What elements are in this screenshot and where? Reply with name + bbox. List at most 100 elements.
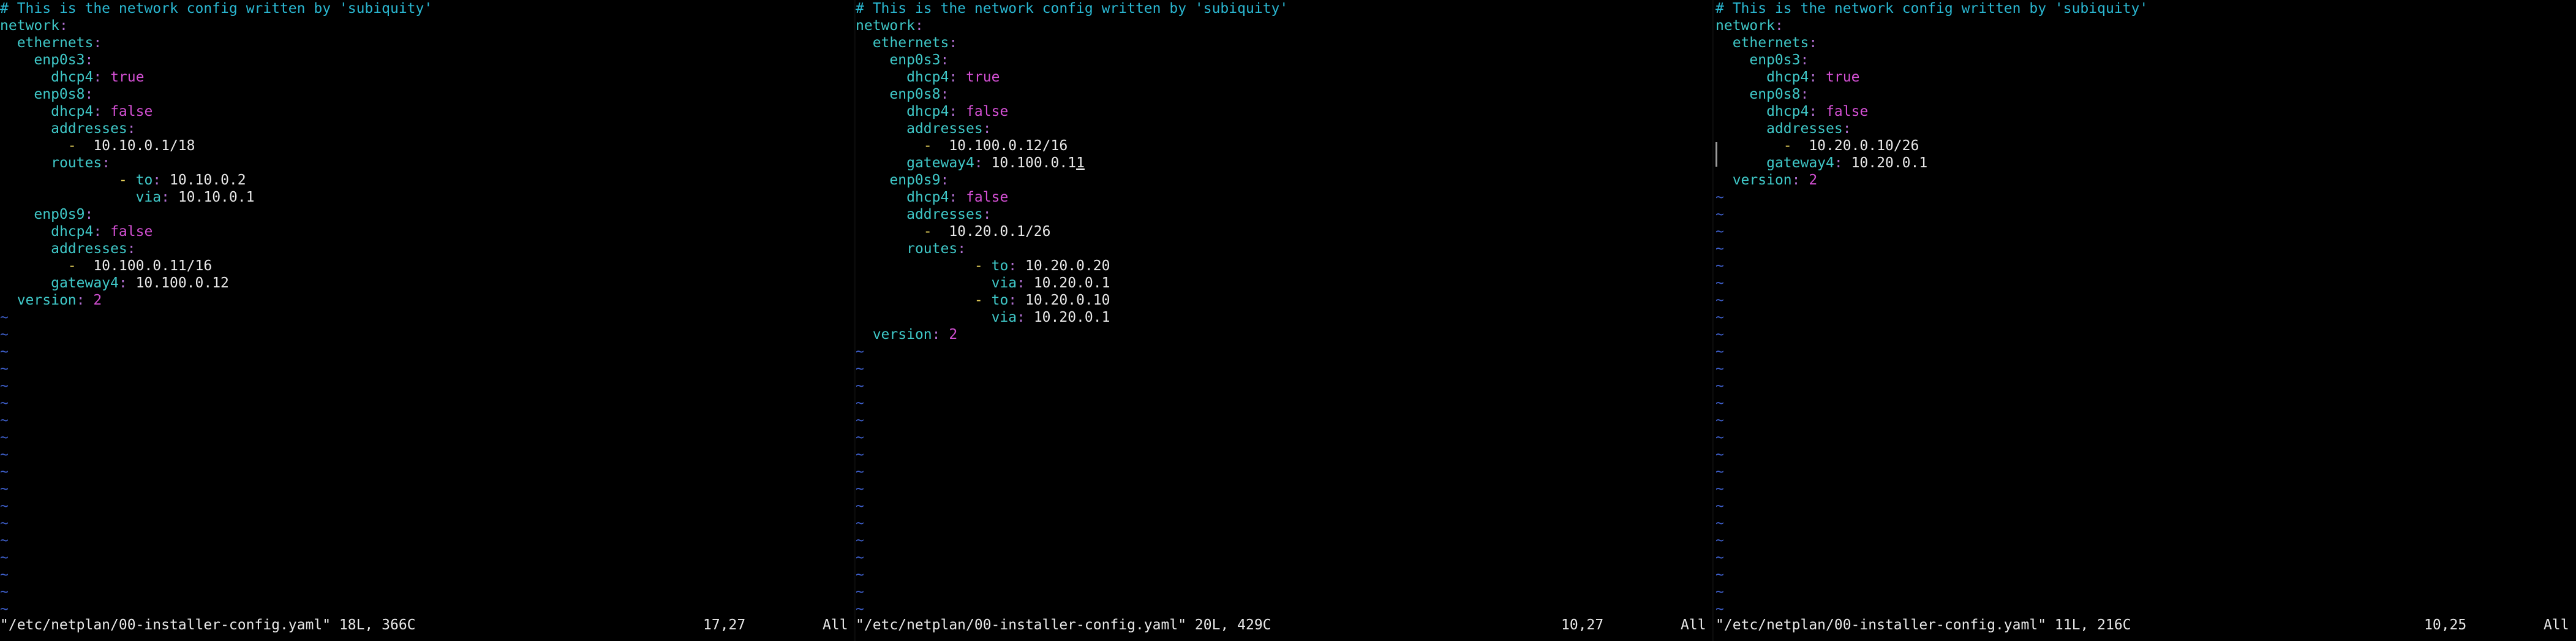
- code-line[interactable]: # This is the network config written by …: [856, 0, 1712, 17]
- code-line[interactable]: routes:: [856, 240, 1712, 257]
- code-line[interactable]: dhcp4: true: [1715, 69, 2576, 86]
- yaml-value: [102, 104, 110, 119]
- code-line[interactable]: version: 2: [1715, 172, 2576, 189]
- yaml-boolean: false: [966, 104, 1009, 119]
- code-line[interactable]: gateway4: 10.100.0.11: [856, 154, 1712, 172]
- editor-buffer[interactable]: # This is the network config written by …: [1715, 0, 2576, 618]
- yaml-key: dhcp4: [51, 69, 94, 85]
- yaml-value: [0, 172, 119, 188]
- code-line[interactable]: dhcp4: true: [0, 69, 854, 86]
- yaml-value: [856, 172, 889, 188]
- yaml-colon: :: [85, 207, 94, 222]
- yaml-value: [856, 138, 924, 154]
- yaml-value: [0, 121, 51, 137]
- empty-line-tilde: ~: [1715, 224, 1724, 240]
- code-line[interactable]: gateway4: 10.20.0.1: [1715, 154, 2576, 172]
- yaml-boolean: false: [966, 189, 1009, 205]
- yaml-value: [0, 275, 51, 291]
- yaml-value: [856, 309, 992, 325]
- code-line[interactable]: enp0s8:: [1715, 86, 2576, 103]
- code-line[interactable]: addresses:: [0, 240, 854, 257]
- terminal-screen: # This is the network config written by …: [0, 0, 2576, 641]
- code-line[interactable]: dhcp4: true: [856, 69, 1712, 86]
- code-line[interactable]: dhcp4: false: [1715, 103, 2576, 120]
- empty-line-tilde: ~: [0, 309, 9, 325]
- yaml-boolean: false: [110, 104, 153, 119]
- code-line[interactable]: network:: [1715, 17, 2576, 34]
- status-scroll-indicator: All: [823, 617, 848, 633]
- code-line[interactable]: addresses:: [856, 120, 1712, 137]
- editor-buffer[interactable]: # This is the network config written by …: [0, 0, 854, 618]
- editor-buffer[interactable]: # This is the network config written by …: [856, 0, 1712, 618]
- empty-line-tilde: ~: [1715, 464, 1724, 480]
- code-line[interactable]: enp0s9:: [0, 206, 854, 223]
- code-line[interactable]: dhcp4: false: [856, 103, 1712, 120]
- code-line[interactable]: via: 10.20.0.1: [856, 309, 1712, 326]
- empty-line-tilde: ~: [0, 395, 9, 411]
- code-line[interactable]: version: 2: [856, 326, 1712, 343]
- yaml-colon: :: [932, 327, 941, 343]
- empty-line-tilde: ~: [856, 481, 864, 497]
- vim-pane-left[interactable]: # This is the network config written by …: [0, 0, 854, 641]
- code-line[interactable]: - 10.100.0.12/16: [856, 137, 1712, 154]
- code-line[interactable]: enp0s3:: [0, 51, 854, 69]
- yaml-key: to: [991, 292, 1009, 308]
- vim-pane-middle[interactable]: # This is the network config written by …: [856, 0, 1712, 641]
- code-line[interactable]: # This is the network config written by …: [0, 0, 854, 17]
- code-line[interactable]: addresses:: [0, 120, 854, 137]
- yaml-value: 10.10.0.1: [169, 189, 255, 205]
- code-line[interactable]: - to: 10.20.0.10: [856, 292, 1712, 309]
- code-line[interactable]: dhcp4: false: [0, 103, 854, 120]
- vim-pane-right[interactable]: # This is the network config written by …: [1715, 0, 2576, 641]
- code-line[interactable]: enp0s9:: [856, 172, 1712, 189]
- yaml-value: [0, 189, 136, 205]
- code-line[interactable]: enp0s8:: [856, 86, 1712, 103]
- code-line[interactable]: via: 10.10.0.1: [0, 189, 854, 206]
- yaml-value: [957, 69, 966, 85]
- code-line[interactable]: enp0s3:: [856, 51, 1712, 69]
- code-line[interactable]: - 10.10.0.1/18: [0, 137, 854, 154]
- code-line[interactable]: enp0s8:: [0, 86, 854, 103]
- code-line[interactable]: # This is the network config written by …: [1715, 0, 2576, 17]
- code-line[interactable]: enp0s3:: [1715, 51, 2576, 69]
- yaml-colon: :: [1008, 292, 1017, 308]
- yaml-key: addresses: [1766, 121, 1843, 137]
- empty-line-tilde: ~: [856, 550, 864, 566]
- code-line[interactable]: addresses:: [856, 206, 1712, 223]
- code-line[interactable]: dhcp4: false: [856, 189, 1712, 206]
- empty-line-tilde: ~: [1715, 533, 1724, 548]
- code-line[interactable]: via: 10.20.0.1: [856, 275, 1712, 292]
- yaml-value: [1715, 86, 1749, 102]
- yaml-key: dhcp4: [906, 104, 949, 119]
- empty-line-tilde: ~: [1715, 430, 1724, 446]
- empty-line-tilde: ~: [0, 601, 9, 617]
- yaml-comment: # This is the network config written by …: [856, 1, 1289, 17]
- code-line[interactable]: routes:: [0, 154, 854, 172]
- code-line[interactable]: - to: 10.10.0.2: [0, 172, 854, 189]
- code-line[interactable]: - 10.20.0.10/26: [1715, 137, 2576, 154]
- yaml-colon: :: [118, 275, 127, 291]
- code-line[interactable]: dhcp4: false: [0, 223, 854, 240]
- empty-line-tilde: ~: [856, 344, 864, 360]
- yaml-value: [856, 69, 906, 85]
- pane-divider[interactable]: [1712, 0, 1714, 641]
- yaml-key: enp0s3: [889, 52, 941, 68]
- code-line[interactable]: ethernets:: [0, 34, 854, 51]
- yaml-value: [957, 189, 966, 205]
- yaml-value: [856, 207, 906, 222]
- yaml-key: enp0s9: [34, 207, 85, 222]
- code-line[interactable]: - 10.20.0.1/26: [856, 223, 1712, 240]
- code-line[interactable]: gateway4: 10.100.0.12: [0, 275, 854, 292]
- code-line[interactable]: network:: [0, 17, 854, 34]
- code-line[interactable]: network:: [856, 17, 1712, 34]
- code-line[interactable]: addresses:: [1715, 120, 2576, 137]
- code-line[interactable]: ethernets:: [1715, 34, 2576, 51]
- yaml-key: dhcp4: [1766, 69, 1809, 85]
- yaml-value: [1715, 121, 1766, 137]
- code-line[interactable]: - 10.100.0.11/16: [0, 257, 854, 275]
- code-line[interactable]: - to: 10.20.0.20: [856, 257, 1712, 275]
- yaml-colon: :: [1800, 52, 1809, 68]
- code-line[interactable]: ethernets:: [856, 34, 1712, 51]
- empty-line-tilde: ~: [856, 584, 864, 600]
- code-line[interactable]: version: 2: [0, 292, 854, 309]
